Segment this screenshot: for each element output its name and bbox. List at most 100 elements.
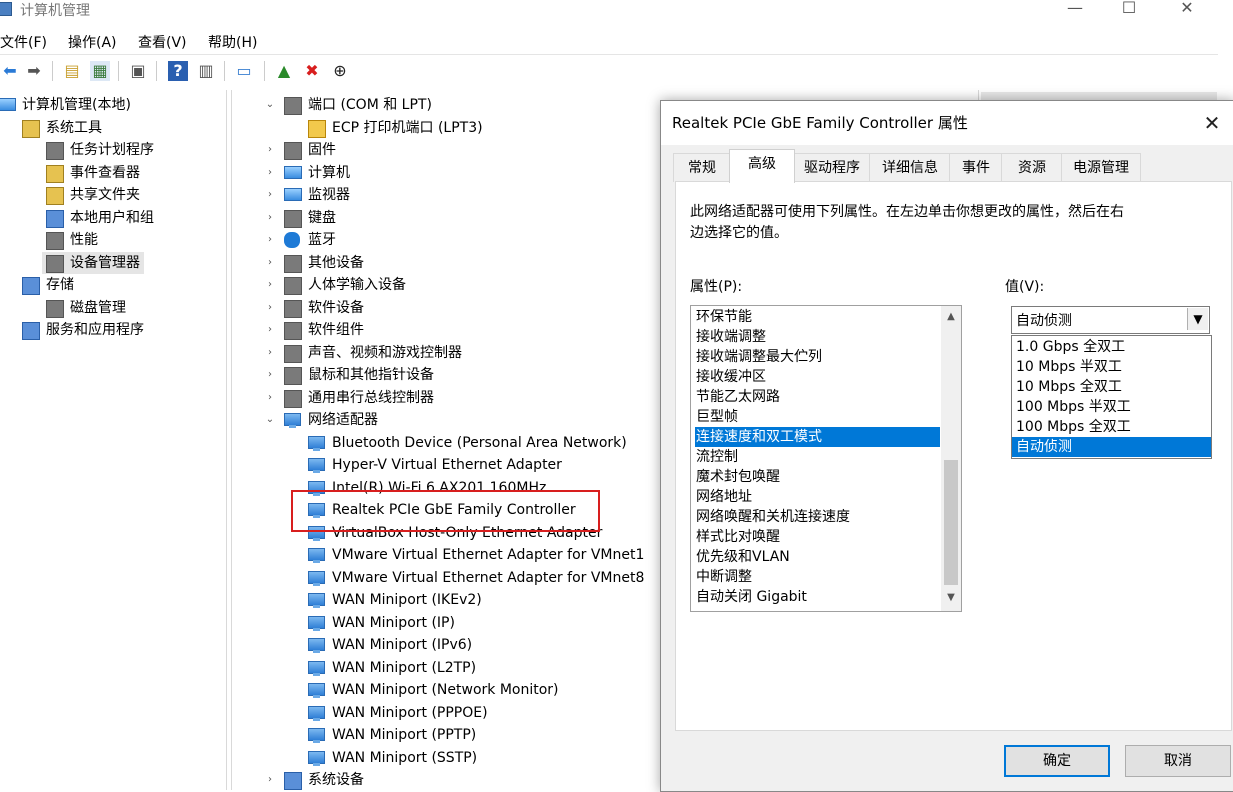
device-tree-item[interactable]: 系统设备 [280, 769, 368, 791]
tab-general[interactable]: 常规 [673, 153, 731, 182]
property-list-scrollbar[interactable]: ▲ ▼ [941, 306, 961, 611]
value-option[interactable]: 100 Mbps 全双工 [1012, 417, 1211, 437]
console-tree-item[interactable]: 磁盘管理 [42, 297, 130, 319]
console-tree-item[interactable]: 存储 [18, 274, 78, 296]
device-tree-item[interactable]: VMware Virtual Ethernet Adapter for VMne… [304, 567, 648, 589]
property-item[interactable]: 网络地址 [695, 487, 940, 507]
console-tree-item[interactable]: 共享文件夹 [42, 184, 144, 206]
collapsed-chevron-icon[interactable]: › [264, 342, 276, 364]
tab-driver[interactable]: 驱动程序 [793, 153, 871, 182]
device-tree-item[interactable]: WAN Miniport (Network Monitor) [304, 679, 563, 701]
property-item[interactable]: 接收端调整 [695, 327, 940, 347]
tab-advanced[interactable]: 高级 [729, 149, 795, 183]
device-tree-item[interactable]: 软件设备 [280, 297, 368, 319]
console-tree-item[interactable]: 服务和应用程序 [18, 319, 148, 341]
console-tree-item[interactable]: 性能 [42, 229, 102, 251]
collapsed-chevron-icon[interactable]: › [264, 364, 276, 386]
property-item[interactable]: 巨型帧 [695, 407, 940, 427]
value-option[interactable]: 100 Mbps 半双工 [1012, 397, 1211, 417]
menu-help[interactable]: 帮助(H) [208, 32, 257, 52]
help-icon[interactable]: ? [168, 61, 188, 81]
device-tree-item[interactable]: 键盘 [280, 207, 340, 229]
value-option[interactable]: 10 Mbps 半双工 [1012, 357, 1211, 377]
device-tree-item[interactable]: WAN Miniport (PPPOE) [304, 702, 492, 724]
device-tree-item[interactable]: WAN Miniport (SSTP) [304, 747, 481, 769]
scan-hardware-icon[interactable]: ▭ [234, 61, 254, 81]
device-tree-item[interactable]: 计算机 [280, 162, 354, 184]
property-item[interactable]: 流控制 [695, 447, 940, 467]
device-tree-item[interactable]: 声音、视频和游戏控制器 [280, 342, 466, 364]
device-tree-item[interactable]: WAN Miniport (IPv6) [304, 634, 476, 656]
property-item[interactable]: 网络唤醒和关机连接速度 [695, 507, 940, 527]
device-tree-item[interactable]: 人体学输入设备 [280, 274, 410, 296]
collapsed-chevron-icon[interactable]: › [264, 139, 276, 161]
collapsed-chevron-icon[interactable]: › [264, 274, 276, 296]
disable-device-icon[interactable]: ⊕ [330, 61, 350, 81]
device-tree-item[interactable]: 端口 (COM 和 LPT) [280, 94, 436, 116]
property-item[interactable]: 魔术封包唤醒 [695, 467, 940, 487]
tab-resources[interactable]: 资源 [1001, 153, 1063, 182]
value-options-list[interactable]: 1.0 Gbps 全双工 10 Mbps 半双工 10 Mbps 全双工 100 Mb… [1011, 335, 1212, 459]
properties-icon[interactable]: ▣ [128, 61, 148, 81]
value-option[interactable]: 自动侦测 [1012, 437, 1211, 457]
device-tree-item[interactable]: WAN Miniport (L2TP) [304, 657, 480, 679]
scroll-down-icon[interactable]: ▼ [941, 589, 961, 607]
minimize-icon[interactable]: — [1052, 0, 1098, 20]
collapsed-chevron-icon[interactable]: › [264, 297, 276, 319]
cancel-button[interactable]: 取消 [1125, 745, 1231, 777]
property-item[interactable]: 中断调整 [695, 567, 940, 587]
device-tree-item[interactable]: 监视器 [280, 184, 354, 206]
device-tree-item[interactable]: 软件组件 [280, 319, 368, 341]
device-tree-item[interactable]: WAN Miniport (IP) [304, 612, 459, 634]
uninstall-x-icon[interactable]: ✖ [302, 61, 322, 81]
property-item[interactable]: 连接速度和双工模式 [695, 427, 940, 447]
value-dropdown[interactable]: 自动侦测 ▼ [1011, 306, 1210, 334]
close-icon[interactable]: ✕ [1164, 0, 1210, 20]
maximize-icon[interactable]: ☐ [1106, 0, 1152, 20]
collapsed-chevron-icon[interactable]: › [264, 207, 276, 229]
device-tree-item[interactable]: WAN Miniport (PPTP) [304, 724, 480, 746]
property-item[interactable]: 节能乙太网路 [695, 387, 940, 407]
device-tree-item[interactable]: Bluetooth Device (Personal Area Network) [304, 432, 631, 454]
collapsed-chevron-icon[interactable]: › [264, 769, 276, 791]
device-tree-item[interactable]: 蓝牙 [280, 229, 340, 251]
device-tree-item[interactable]: 固件 [280, 139, 340, 161]
menu-action[interactable]: 操作(A) [68, 32, 117, 52]
dropdown-arrow-icon[interactable]: ▼ [1187, 308, 1208, 330]
tab-details[interactable]: 详细信息 [869, 153, 951, 182]
console-tree-item[interactable]: 设备管理器 [42, 251, 144, 274]
device-tree-item[interactable]: VMware Virtual Ethernet Adapter for VMne… [304, 544, 648, 566]
dialog-close-icon[interactable]: ✕ [1198, 109, 1226, 137]
up-folder-icon[interactable]: ▤ [62, 61, 82, 81]
menu-view[interactable]: 查看(V) [138, 32, 187, 52]
value-option[interactable]: 1.0 Gbps 全双工 [1012, 337, 1211, 357]
property-item[interactable]: 优先级和VLAN [695, 547, 940, 567]
collapsed-chevron-icon[interactable]: › [264, 184, 276, 206]
device-tree-item[interactable]: 鼠标和其他指针设备 [280, 364, 438, 386]
device-tree-item[interactable]: 其他设备 [280, 252, 368, 274]
action-pane-icon[interactable]: ▥ [196, 61, 216, 81]
device-tree-item[interactable]: WAN Miniport (IKEv2) [304, 589, 486, 611]
device-tree-item[interactable]: ECP 打印机端口 (LPT3) [304, 117, 487, 139]
value-option[interactable]: 10 Mbps 全双工 [1012, 377, 1211, 397]
show-hide-tree-icon[interactable]: ▦ [90, 61, 110, 81]
tab-power-management[interactable]: 电源管理 [1061, 153, 1141, 182]
collapsed-chevron-icon[interactable]: › [264, 252, 276, 274]
console-tree-item[interactable]: 计算机管理(本地) [0, 94, 135, 116]
forward-arrow-icon[interactable]: ➡ [24, 61, 44, 81]
property-item[interactable]: 环保节能 [695, 307, 940, 327]
console-tree-item[interactable]: 系统工具 [18, 117, 106, 139]
property-item[interactable]: 自动关闭 Gigabit [695, 587, 940, 607]
property-list[interactable]: 环保节能 接收端调整 接收端调整最大伫列 接收缓冲区 节能乙太网路 巨型帧 连接速度和双工模… [690, 305, 962, 612]
menu-file[interactable]: 文件(F) [0, 32, 47, 52]
scroll-up-icon[interactable]: ▲ [941, 308, 961, 326]
property-item[interactable]: 接收缓冲区 [695, 367, 940, 387]
update-driver-icon[interactable]: ▲ [274, 61, 294, 81]
back-arrow-icon[interactable]: ⬅ [0, 61, 20, 81]
console-tree-item[interactable]: 事件查看器 [42, 162, 144, 184]
device-tree-item[interactable]: Hyper-V Virtual Ethernet Adapter [304, 454, 566, 476]
device-tree-item[interactable]: 通用串行总线控制器 [280, 387, 438, 409]
collapsed-chevron-icon[interactable]: › [264, 229, 276, 251]
scroll-thumb[interactable] [944, 460, 958, 585]
console-tree-item[interactable]: 本地用户和组 [42, 207, 158, 229]
